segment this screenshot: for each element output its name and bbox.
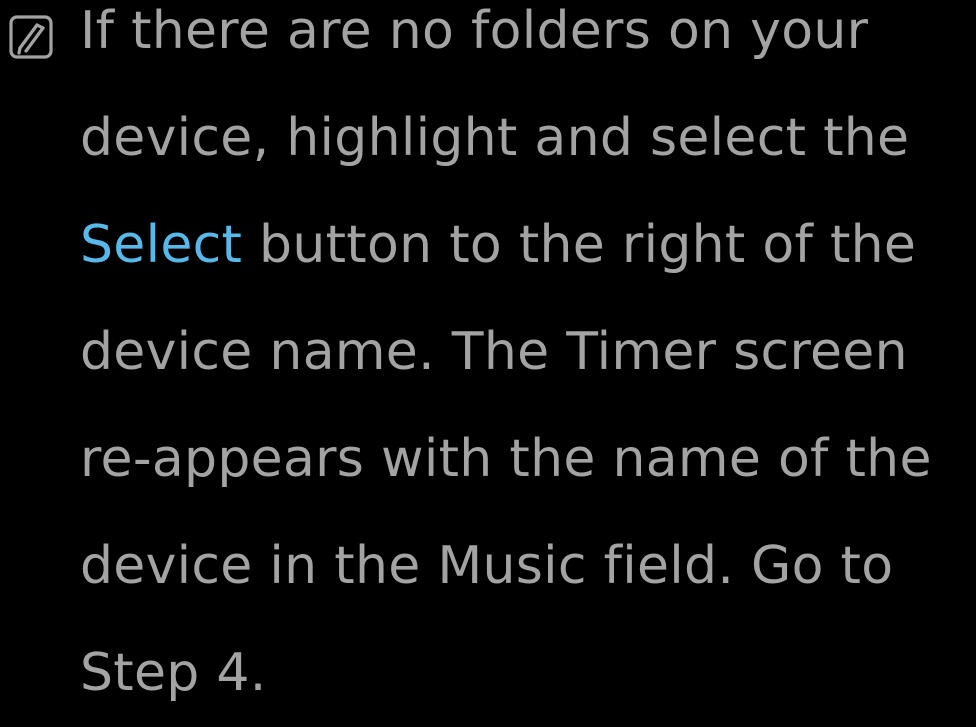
- note-line: re-appears with the name of the: [80, 429, 932, 489]
- note-line: device name. The Timer screen: [80, 322, 908, 382]
- note-line: device in the Music field. Go to: [80, 536, 894, 596]
- select-keyword: Select: [80, 215, 243, 275]
- note-icon: [8, 14, 54, 60]
- note-line: If there are no folders on your: [80, 1, 869, 61]
- note-text: If there are no folders on your device, …: [80, 0, 972, 727]
- note-line: Select button to the right of the: [80, 215, 917, 275]
- note-line: Step 4.: [80, 643, 267, 703]
- note-line: device, highlight and select the: [80, 108, 910, 168]
